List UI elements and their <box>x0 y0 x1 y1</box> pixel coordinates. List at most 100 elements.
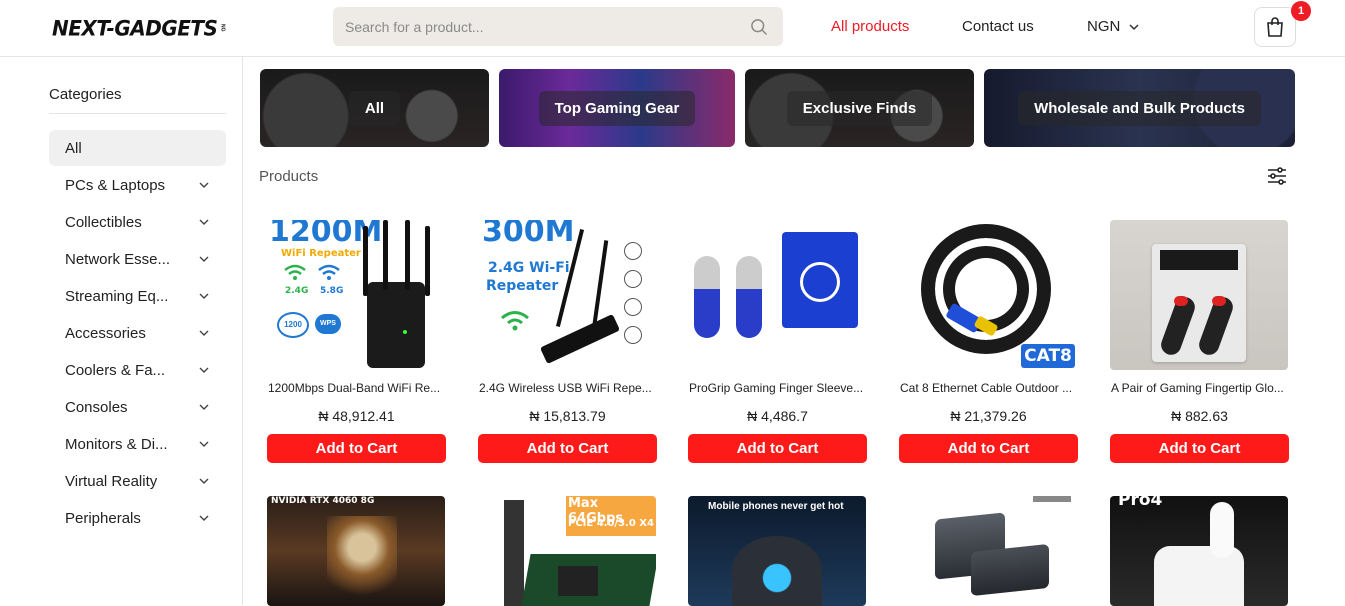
category-label: PCs & Laptops <box>65 176 166 194</box>
img-subhead: PCIE 4.0/3.0 X4 <box>568 518 654 529</box>
category-item-monitors[interactable]: Monitors & Di... <box>49 426 226 462</box>
img-headline: 300M <box>482 220 575 249</box>
chevron-down-icon[interactable] <box>198 290 210 302</box>
category-sidebar: Categories All PCs & Laptops Collectible… <box>0 57 243 605</box>
chevron-down-icon[interactable] <box>198 475 210 487</box>
chevron-down-icon[interactable] <box>198 438 210 450</box>
product-name[interactable]: A Pair of Gaming Fingertip Glo... <box>1110 381 1289 395</box>
product-name[interactable]: 2.4G Wireless USB WiFi Repe... <box>478 381 657 395</box>
product-name[interactable]: ProGrip Gaming Finger Sleeve... <box>688 381 867 395</box>
nav-all-products[interactable]: All products <box>831 18 909 35</box>
product-image[interactable]: Mobile phones never get hot <box>688 496 866 606</box>
search-input[interactable] <box>333 18 733 35</box>
phone-cooler <box>732 536 822 606</box>
banner-label: Top Gaming Gear <box>538 90 696 126</box>
wifi-icon <box>284 264 306 280</box>
chevron-down-icon[interactable] <box>198 216 210 228</box>
nav-contact-us[interactable]: Contact us <box>962 18 1034 35</box>
product-image[interactable] <box>688 220 866 370</box>
banner-top-gaming-gear[interactable]: Top Gaming Gear <box>499 69 735 147</box>
product-name[interactable]: Cat 8 Ethernet Cable Outdoor ... <box>899 381 1078 395</box>
category-item-vr[interactable]: Virtual Reality <box>49 463 226 499</box>
product-card[interactable]: CAT8 Cat 8 Ethernet Cable Outdoor ... ₦ … <box>899 220 1078 463</box>
add-to-cart-button[interactable]: Add to Cart <box>899 434 1078 463</box>
currency-label: NGN <box>1087 18 1121 35</box>
category-item-accessories[interactable]: Accessories <box>49 315 226 351</box>
product-price: ₦ 21,379.26 <box>950 408 1027 424</box>
category-item-collectibles[interactable]: Collectibles <box>49 204 226 240</box>
category-label: Network Esse... <box>65 250 171 268</box>
cart-count-badge: 1 <box>1291 1 1311 21</box>
product-image[interactable]: NVIDIA RTX 4060 8G <box>267 496 445 606</box>
img-headline: Mobile phones never get hot <box>708 501 844 512</box>
category-item-coolers[interactable]: Coolers & Fa... <box>49 352 226 388</box>
chevron-down-icon[interactable] <box>198 179 210 191</box>
product-card[interactable]: 1200M WiFi Repeater 2.4G 5.8G 1200 WPS 1… <box>267 220 446 463</box>
img-badge: 1200 <box>277 312 309 338</box>
img-label: 5.8G <box>320 286 344 296</box>
search-icon[interactable] <box>749 17 769 37</box>
package <box>782 232 858 328</box>
product-image[interactable]: CAT8 <box>899 220 1077 370</box>
product-price: ₦ 882.63 <box>1171 408 1228 424</box>
search-bar <box>333 7 783 46</box>
product-image[interactable]: Max 64Gbps PCIE 4.0/3.0 X4 <box>478 496 656 606</box>
currency-selector[interactable]: NGN <box>1087 18 1140 35</box>
finger-sleeve <box>736 256 762 338</box>
product-price: ₦ 15,813.79 <box>529 408 606 424</box>
products-heading: Products <box>259 168 319 185</box>
img-headline: NVIDIA RTX 4060 8G <box>271 496 375 506</box>
product-card[interactable]: ProGrip Gaming Finger Sleeve... ₦ 4,486.… <box>688 220 867 463</box>
banner-label: Exclusive Finds <box>786 90 933 126</box>
add-to-cart-button[interactable]: Add to Cart <box>478 434 657 463</box>
category-item-network[interactable]: Network Esse... <box>49 241 226 277</box>
add-to-cart-button[interactable]: Add to Cart <box>267 434 446 463</box>
logo-text: NEXT-GADGETS <box>52 15 218 41</box>
add-to-cart-button[interactable]: Add to Cart <box>688 434 867 463</box>
cart-button[interactable] <box>1254 7 1296 47</box>
product-image[interactable]: 300M 2.4G Wi-Fi Repeater <box>478 220 656 370</box>
category-item-consoles[interactable]: Consoles <box>49 389 226 425</box>
product-image[interactable]: 1200M WiFi Repeater 2.4G 5.8G 1200 WPS <box>267 220 445 370</box>
chevron-down-icon[interactable] <box>198 512 210 524</box>
category-label: Coolers & Fa... <box>65 361 166 379</box>
shopping-bag-icon <box>1267 17 1283 37</box>
category-item-streaming[interactable]: Streaming Eq... <box>49 278 226 314</box>
banner-wholesale[interactable]: Wholesale and Bulk Products <box>984 69 1295 147</box>
category-label: Streaming Eq... <box>65 287 169 305</box>
product-image[interactable] <box>899 496 1077 606</box>
product-card[interactable]: 300M 2.4G Wi-Fi Repeater 2.4G Wireless U… <box>478 220 657 463</box>
add-to-cart-button[interactable]: Add to Cart <box>1110 434 1289 463</box>
img-subhead: WiFi Repeater <box>281 248 361 259</box>
banner-label: Wholesale and Bulk Products <box>1018 90 1261 126</box>
chevron-down-icon[interactable] <box>198 364 210 376</box>
category-item-all[interactable]: All <box>49 130 226 166</box>
header: NEXT-GADGETS NG All products Contact us … <box>0 0 1345 57</box>
category-label: Peripherals <box>65 509 141 527</box>
product-price: ₦ 48,912.41 <box>318 408 395 424</box>
router-body <box>367 282 425 368</box>
img-subhead: 2.4G Wi-Fi <box>488 260 570 276</box>
categories-title: Categories <box>49 86 122 103</box>
product-image[interactable] <box>1110 220 1288 370</box>
filter-settings-icon[interactable] <box>1266 166 1288 186</box>
finger-sleeve <box>694 256 720 338</box>
product-image[interactable]: Pro4 <box>1110 496 1288 606</box>
earbud <box>1210 502 1234 558</box>
category-label: Accessories <box>65 324 146 342</box>
chevron-down-icon[interactable] <box>198 253 210 265</box>
banner-exclusive-finds[interactable]: Exclusive Finds <box>745 69 974 147</box>
img-subhead: Repeater <box>486 278 559 294</box>
banner-all[interactable]: All <box>260 69 489 147</box>
chevron-down-icon[interactable] <box>198 401 210 413</box>
logo[interactable]: NEXT-GADGETS NG <box>52 15 225 41</box>
category-item-pcs-laptops[interactable]: PCs & Laptops <box>49 167 226 203</box>
chevron-down-icon[interactable] <box>198 327 210 339</box>
earbuds-case <box>1154 546 1244 606</box>
wifi-icon <box>318 264 340 280</box>
category-item-peripherals[interactable]: Peripherals <box>49 500 226 536</box>
product-name[interactable]: 1200Mbps Dual-Band WiFi Re... <box>267 381 446 395</box>
img-badge: WPS <box>315 314 341 334</box>
package <box>1152 244 1246 362</box>
product-card[interactable]: A Pair of Gaming Fingertip Glo... ₦ 882.… <box>1110 220 1289 463</box>
